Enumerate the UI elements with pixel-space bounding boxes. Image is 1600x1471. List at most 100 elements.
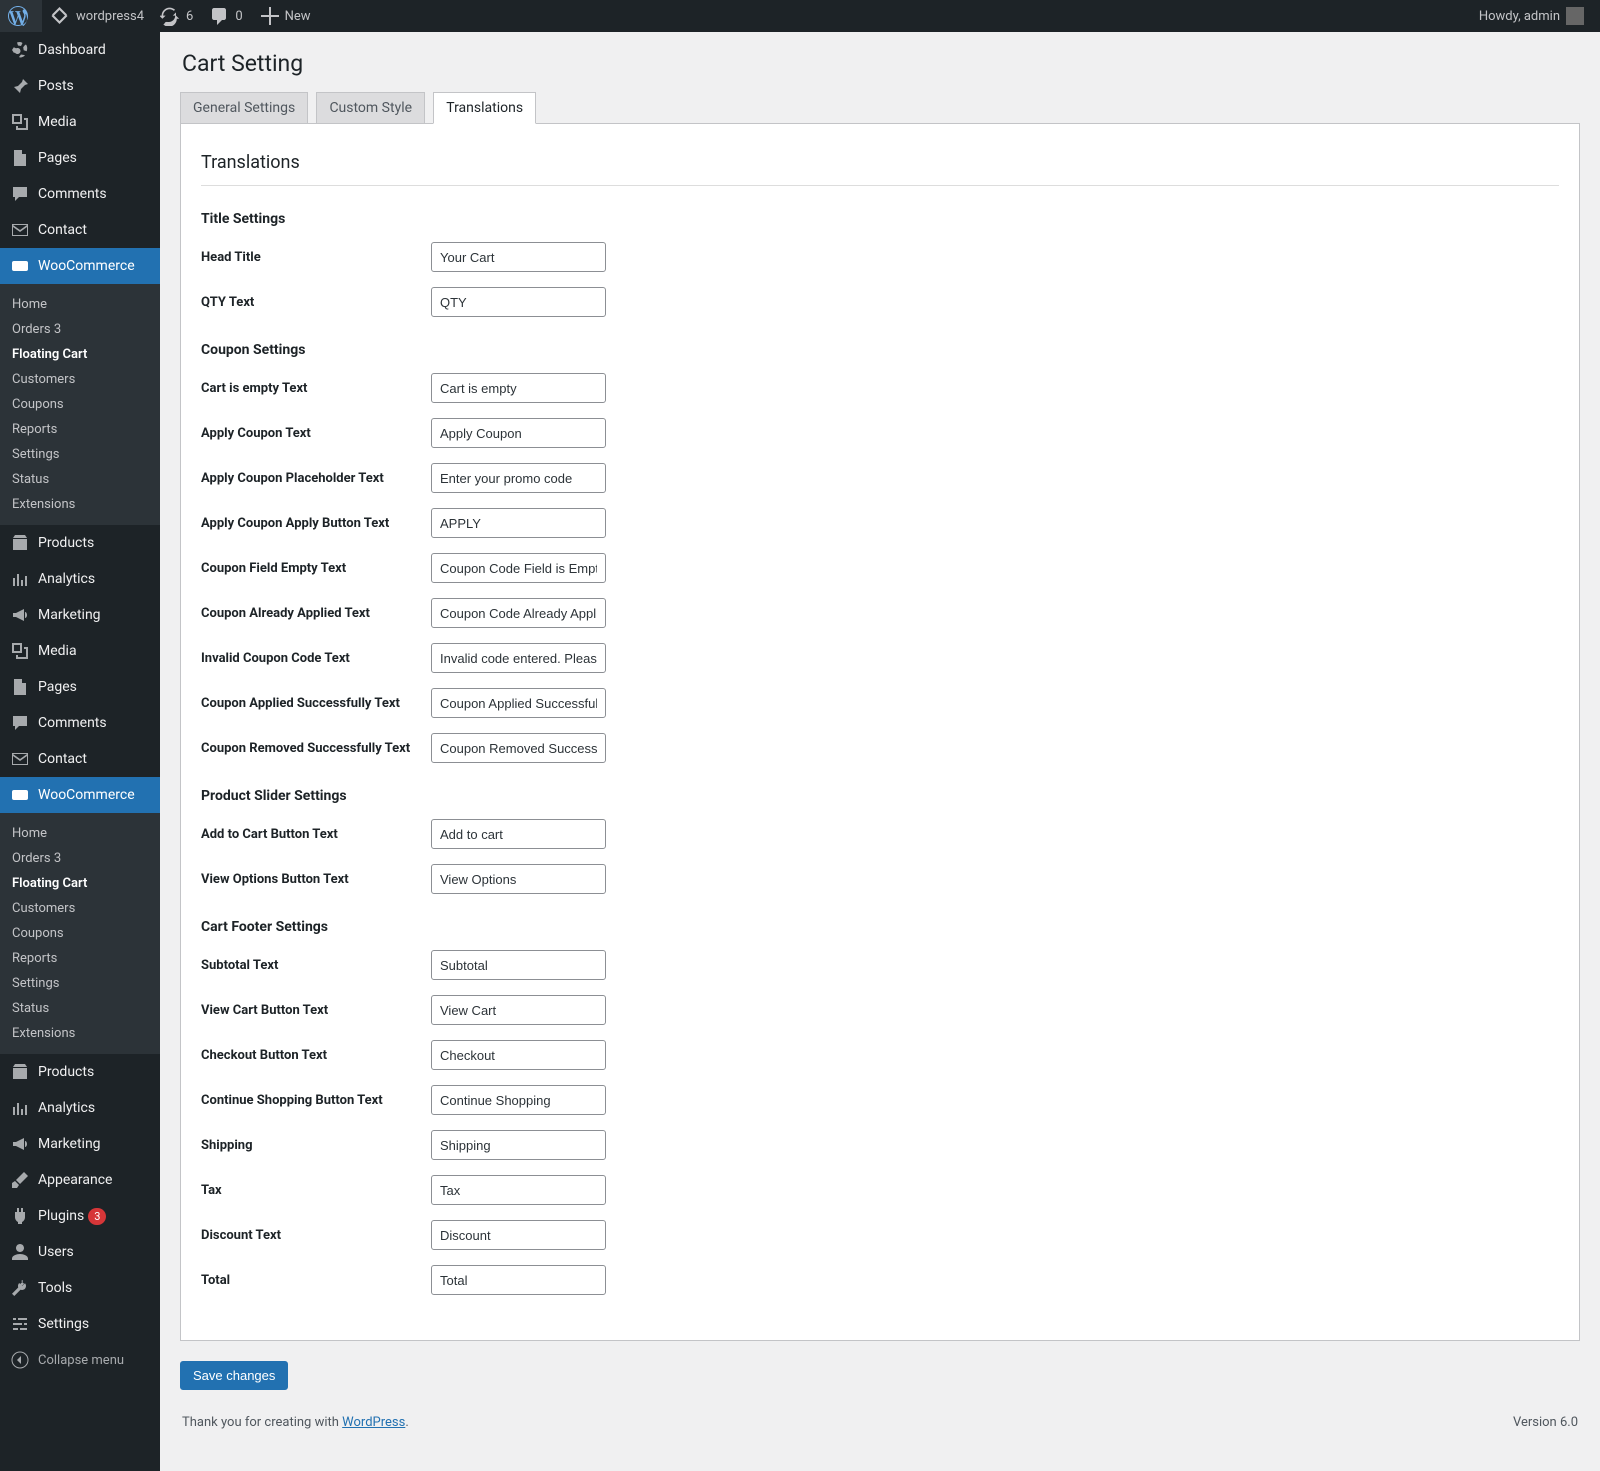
subsection-product-slider: Product Slider Settings [201,788,1559,804]
input-continue-shopping[interactable] [431,1085,606,1115]
menu-analytics-2[interactable]: Analytics [0,1090,160,1126]
menu-products[interactable]: Products [0,525,160,561]
submenu-orders-2[interactable]: Orders 3 [0,846,160,871]
envelope-icon [10,749,30,769]
plug-icon [10,1206,30,1226]
menu-woocommerce-2[interactable]: WooCommerce [0,777,160,813]
save-button[interactable]: Save changes [180,1361,288,1390]
wrench-icon [10,1278,30,1298]
media-icon [10,641,30,661]
input-invalid-coupon[interactable] [431,643,606,673]
submenu-extensions[interactable]: Extensions [0,492,160,517]
label-add-to-cart: Add to Cart Button Text [201,827,431,842]
admin-footer: Thank you for creating with WordPress. V… [180,1390,1580,1440]
submenu-home-2[interactable]: Home [0,821,160,846]
menu-comments[interactable]: Comments [0,176,160,212]
submenu-floating-cart-2[interactable]: Floating Cart [0,871,160,896]
input-qty-text[interactable] [431,287,606,317]
input-total[interactable] [431,1265,606,1295]
menu-tools[interactable]: Tools [0,1270,160,1306]
collapse-menu[interactable]: Collapse menu [0,1342,160,1378]
updates-count: 6 [186,9,193,24]
submenu-reports-2[interactable]: Reports [0,946,160,971]
envelope-icon [10,220,30,240]
menu-products-2[interactable]: Products [0,1054,160,1090]
admin-bar-right: Howdy, admin [1471,0,1600,32]
menu-media[interactable]: Media [0,104,160,140]
submenu-customers[interactable]: Customers [0,367,160,392]
updates-link[interactable]: 6 [152,0,201,32]
subsection-coupon-settings: Coupon Settings [201,342,1559,358]
input-coupon-applied-ok[interactable] [431,688,606,718]
wordpress-link[interactable]: WordPress [342,1415,405,1430]
label-discount: Discount Text [201,1228,431,1243]
input-tax[interactable] [431,1175,606,1205]
menu-analytics[interactable]: Analytics [0,561,160,597]
menu-settings[interactable]: Settings [0,1306,160,1342]
submenu-home[interactable]: Home [0,292,160,317]
tab-general[interactable]: General Settings [180,92,308,123]
menu-comments-2[interactable]: Comments [0,705,160,741]
main-content: Cart Setting General Settings Custom Sty… [160,0,1600,1471]
admin-bar-left: wordpress4 6 0 New [0,0,319,32]
label-invalid-coupon: Invalid Coupon Code Text [201,651,431,666]
user-icon [10,1242,30,1262]
submenu-settings[interactable]: Settings [0,442,160,467]
admin-sidebar: Dashboard Posts Media Pages Comments Con… [0,0,160,1471]
menu-contact[interactable]: Contact [0,212,160,248]
section-title: Translations [201,134,1559,186]
menu-woocommerce[interactable]: WooCommerce [0,248,160,284]
footer-version: Version 6.0 [1513,1415,1578,1430]
wp-logo-icon[interactable] [0,0,42,32]
submenu-customers-2[interactable]: Customers [0,896,160,921]
menu-plugins[interactable]: Plugins 3 [0,1198,160,1234]
input-add-to-cart[interactable] [431,819,606,849]
label-subtotal: Subtotal Text [201,958,431,973]
tab-translations[interactable]: Translations [433,92,536,124]
menu-media-2[interactable]: Media [0,633,160,669]
input-coupon-removed-ok[interactable] [431,733,606,763]
menu-marketing-2[interactable]: Marketing [0,1126,160,1162]
comments-link[interactable]: 0 [201,0,250,32]
input-apply-coupon-btn[interactable] [431,508,606,538]
site-link[interactable]: wordpress4 [42,0,152,32]
howdy-link[interactable]: Howdy, admin [1471,0,1592,32]
submenu-orders[interactable]: Orders 3 [0,317,160,342]
menu-pages-2[interactable]: Pages [0,669,160,705]
menu-appearance[interactable]: Appearance [0,1162,160,1198]
input-checkout[interactable] [431,1040,606,1070]
new-link[interactable]: New [251,0,319,32]
input-cart-empty[interactable] [431,373,606,403]
comments-icon [10,184,30,204]
input-coupon-already[interactable] [431,598,606,628]
input-discount[interactable] [431,1220,606,1250]
input-view-options[interactable] [431,864,606,894]
megaphone-icon [10,605,30,625]
menu-posts[interactable]: Posts [0,68,160,104]
label-coupon-field-empty: Coupon Field Empty Text [201,561,431,576]
input-coupon-field-empty[interactable] [431,553,606,583]
label-tax: Tax [201,1183,431,1198]
input-apply-coupon-placeholder[interactable] [431,463,606,493]
submenu-floating-cart[interactable]: Floating Cart [0,342,160,367]
menu-users[interactable]: Users [0,1234,160,1270]
input-shipping[interactable] [431,1130,606,1160]
submenu-status[interactable]: Status [0,467,160,492]
menu-pages[interactable]: Pages [0,140,160,176]
input-subtotal[interactable] [431,950,606,980]
submenu-extensions-2[interactable]: Extensions [0,1021,160,1046]
label-view-options: View Options Button Text [201,872,431,887]
submenu-settings-2[interactable]: Settings [0,971,160,996]
submenu-coupons-2[interactable]: Coupons [0,921,160,946]
menu-dashboard[interactable]: Dashboard [0,32,160,68]
menu-marketing[interactable]: Marketing [0,597,160,633]
menu-contact-2[interactable]: Contact [0,741,160,777]
menu-arrow-icon [160,787,168,803]
submenu-coupons[interactable]: Coupons [0,392,160,417]
submenu-status-2[interactable]: Status [0,996,160,1021]
input-view-cart[interactable] [431,995,606,1025]
tab-custom-style[interactable]: Custom Style [316,92,425,123]
submenu-reports[interactable]: Reports [0,417,160,442]
input-apply-coupon[interactable] [431,418,606,448]
input-head-title[interactable] [431,242,606,272]
